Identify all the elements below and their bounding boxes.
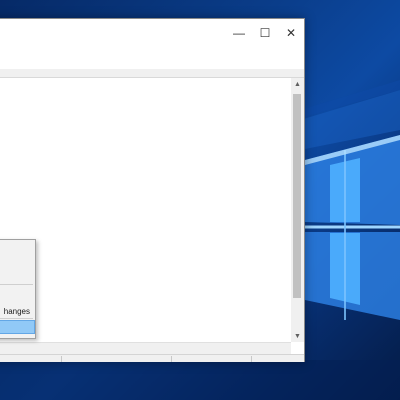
close-button[interactable]: ✕ (278, 19, 304, 47)
toolbar (0, 69, 304, 78)
maximize-button[interactable]: ☐ (252, 19, 278, 47)
context-menu: hanges (0, 239, 36, 339)
desktop-background: — ☐ ✕ ues ▲ ▼ hanges (0, 0, 400, 400)
vertical-scrollbar[interactable]: ▲ ▼ (291, 78, 304, 342)
app-window: — ☐ ✕ ues ▲ ▼ hanges (0, 18, 305, 362)
menu-separator (0, 284, 33, 285)
status-bar (0, 354, 304, 362)
content-area[interactable]: ues (0, 78, 291, 342)
status-divider (251, 356, 252, 362)
context-menu-item-highlighted[interactable] (0, 320, 35, 334)
minimize-icon: — (233, 26, 245, 40)
context-menu-item[interactable] (0, 244, 35, 258)
status-divider (171, 356, 172, 362)
scroll-down-icon[interactable]: ▼ (291, 330, 304, 342)
menu-separator (0, 318, 33, 319)
maximize-icon: ☐ (259, 26, 271, 40)
status-divider (61, 356, 62, 362)
context-menu-item-changes[interactable]: hanges (0, 304, 35, 318)
menu-bar (0, 47, 304, 70)
title-bar[interactable]: — ☐ ✕ (0, 19, 304, 47)
scroll-thumb[interactable] (293, 94, 301, 298)
scroll-up-icon[interactable]: ▲ (291, 78, 304, 90)
close-icon: ✕ (285, 26, 297, 40)
minimize-button[interactable]: — (226, 19, 252, 47)
